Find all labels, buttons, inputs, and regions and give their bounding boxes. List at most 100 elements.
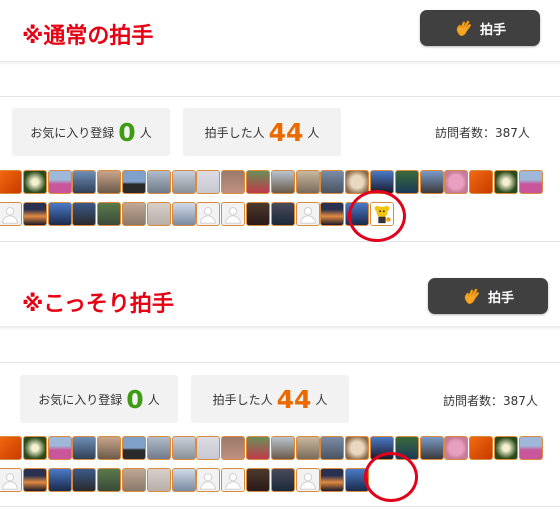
header-divider <box>0 326 560 330</box>
clap-button-2[interactable]: 拍手 <box>428 278 548 314</box>
clapper-avatar[interactable] <box>320 170 345 194</box>
clap-count-box[interactable]: 拍手した人 44 人 <box>183 108 341 156</box>
default-user-avatar-icon <box>225 207 241 224</box>
clapper-avatar[interactable] <box>171 170 196 194</box>
clapper-avatar[interactable] <box>72 468 97 492</box>
favorite-count-box[interactable]: お気に入り登録 0 人 <box>20 375 178 423</box>
clap-count: 44 <box>268 117 304 147</box>
clapper-avatar[interactable] <box>320 436 345 460</box>
divider <box>0 362 560 363</box>
clapper-avatar[interactable] <box>270 468 295 492</box>
favorite-count: 0 <box>118 117 136 147</box>
favorite-unit: 人 <box>139 125 152 140</box>
clapper-avatar[interactable] <box>47 170 72 194</box>
clapper-avatar[interactable] <box>122 202 146 226</box>
clapper-avatar[interactable] <box>494 170 518 194</box>
clapper-avatar[interactable] <box>171 436 196 460</box>
clapper-avatar[interactable] <box>295 468 320 492</box>
clapper-avatar[interactable] <box>196 468 221 492</box>
clapper-avatar[interactable] <box>146 468 171 492</box>
clapper-avatar[interactable] <box>22 202 47 226</box>
clapper-avatar[interactable] <box>469 170 494 194</box>
clap-button-label: 拍手 <box>479 22 506 38</box>
clapper-avatar[interactable] <box>345 436 370 460</box>
clapper-avatar[interactable] <box>47 202 72 226</box>
clapper-avatar[interactable] <box>295 202 320 226</box>
clapper-avatar[interactable] <box>0 170 22 194</box>
clapper-avatar[interactable] <box>270 436 295 460</box>
clapper-avatar[interactable] <box>22 170 47 194</box>
clapper-avatar[interactable] <box>469 436 494 460</box>
clapper-avatar[interactable] <box>419 436 444 460</box>
clapper-avatar[interactable] <box>47 468 72 492</box>
clapper-avatar[interactable] <box>221 170 246 194</box>
clapper-avatar[interactable] <box>122 170 146 194</box>
clapper-avatar[interactable] <box>97 468 122 492</box>
highlight-circle <box>348 190 406 242</box>
clapper-avatar[interactable] <box>72 170 97 194</box>
clapper-avatar[interactable] <box>221 468 246 492</box>
clapper-avatar[interactable] <box>97 202 122 226</box>
clapper-avatar[interactable] <box>146 436 171 460</box>
clapper-avatar[interactable] <box>270 202 295 226</box>
divider <box>0 506 560 507</box>
clap-label: 拍手した人 <box>204 125 265 140</box>
clap-unit: 人 <box>307 125 320 140</box>
clapper-avatar[interactable] <box>295 436 320 460</box>
header-divider <box>0 61 560 65</box>
clap-label: 拍手した人 <box>212 392 273 407</box>
clapper-avatar[interactable] <box>171 202 196 226</box>
favorite-count-box[interactable]: お気に入り登録 0 人 <box>12 108 170 156</box>
default-user-avatar-icon <box>299 207 316 224</box>
clapper-avatar[interactable] <box>0 468 22 492</box>
clap-button-1[interactable]: 拍手 <box>420 10 540 46</box>
clapper-avatar[interactable] <box>320 468 345 492</box>
clapper-avatar[interactable] <box>97 436 122 460</box>
clap-unit: 人 <box>315 392 328 407</box>
clapper-avatar[interactable] <box>419 170 444 194</box>
clapper-avatar[interactable] <box>72 202 97 226</box>
default-user-avatar-icon <box>225 473 241 490</box>
clapper-avatar[interactable] <box>221 202 246 226</box>
clapper-avatar[interactable] <box>0 436 22 460</box>
clapper-avatar[interactable] <box>246 170 270 194</box>
clapper-avatar[interactable] <box>171 468 196 492</box>
clapper-avatar[interactable] <box>72 436 97 460</box>
clapper-avatar[interactable] <box>146 202 171 226</box>
clapper-avatar-grid <box>0 436 560 496</box>
clapper-avatar[interactable] <box>246 436 270 460</box>
visitor-count: 訪問者数：387人 <box>443 394 538 408</box>
clapper-avatar[interactable] <box>444 436 469 460</box>
waving-hand-icon <box>464 288 479 304</box>
clapper-avatar[interactable] <box>221 436 246 460</box>
clapper-avatar[interactable] <box>320 202 345 226</box>
clapper-avatar[interactable] <box>518 436 543 460</box>
clap-button-label: 拍手 <box>487 290 514 306</box>
clapper-avatar[interactable] <box>345 170 370 194</box>
clapper-avatar[interactable] <box>494 436 518 460</box>
clapper-avatar[interactable] <box>196 202 221 226</box>
clapper-avatar[interactable] <box>146 170 171 194</box>
clapper-avatar[interactable] <box>97 170 122 194</box>
default-user-avatar-icon <box>299 473 316 490</box>
clapper-avatar[interactable] <box>22 436 47 460</box>
clapper-avatar[interactable] <box>246 468 270 492</box>
clapper-avatar[interactable] <box>270 170 295 194</box>
clapper-avatar[interactable] <box>122 468 146 492</box>
clapper-avatar[interactable] <box>295 170 320 194</box>
highlight-circle <box>364 452 418 502</box>
clapper-avatar[interactable] <box>122 436 146 460</box>
clapper-avatar[interactable] <box>246 202 270 226</box>
clap-count-box[interactable]: 拍手した人 44 人 <box>191 375 349 423</box>
clapper-avatar[interactable] <box>196 436 221 460</box>
default-user-avatar-icon <box>2 207 18 224</box>
clapper-avatar[interactable] <box>0 202 22 226</box>
favorite-label: お気に入り登録 <box>38 392 123 407</box>
clapper-avatar[interactable] <box>47 436 72 460</box>
clapper-avatar[interactable] <box>518 170 543 194</box>
clapper-avatar[interactable] <box>196 170 221 194</box>
clapper-avatar[interactable] <box>444 170 469 194</box>
default-user-avatar-icon <box>200 473 217 490</box>
clapper-avatar[interactable] <box>394 170 419 194</box>
clapper-avatar[interactable] <box>22 468 47 492</box>
